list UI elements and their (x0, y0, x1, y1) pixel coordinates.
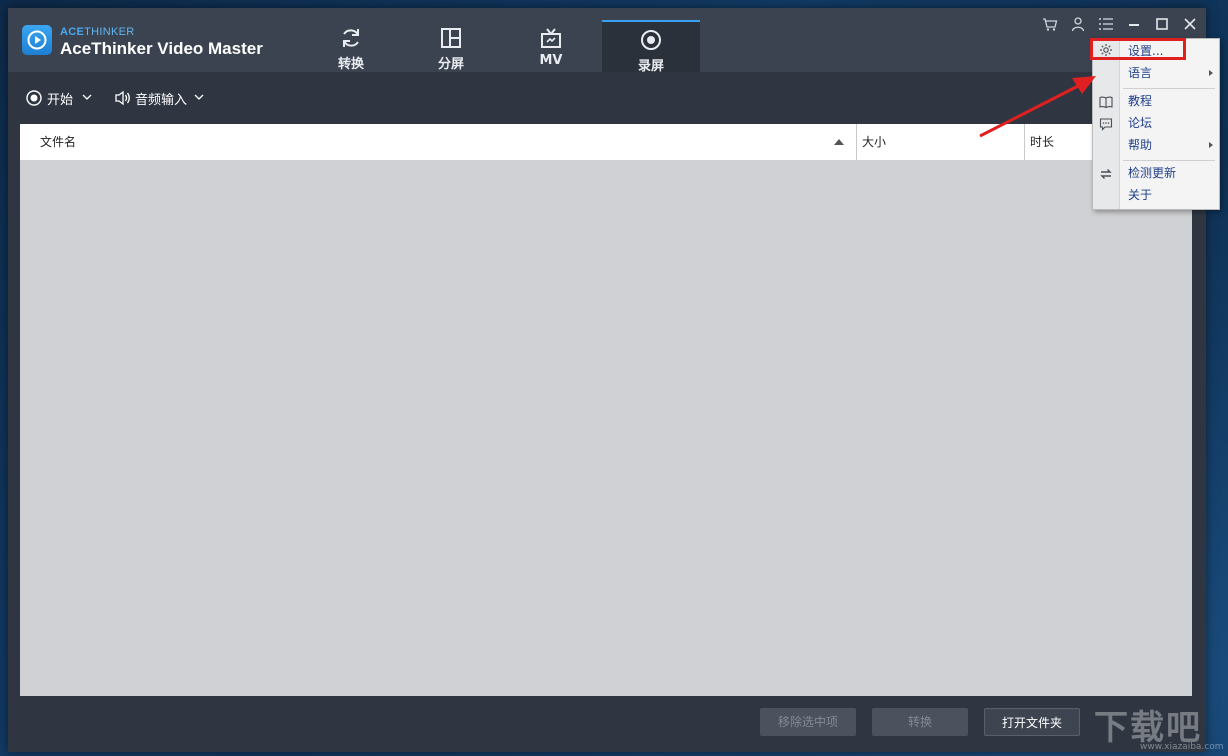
menu-item-label: 帮助 (1128, 138, 1153, 152)
menu-item-help[interactable]: 帮助 (1119, 134, 1219, 156)
tab-screen-record[interactable]: 录屏 (602, 20, 700, 74)
chat-icon (1099, 118, 1113, 131)
split-screen-icon (441, 28, 461, 48)
menu-item-label: 关于 (1128, 188, 1153, 202)
cart-icon[interactable] (1042, 16, 1058, 32)
tab-split-screen[interactable]: 分屏 (402, 20, 500, 72)
menu-item-label: 论坛 (1128, 116, 1153, 130)
title-bar: ACETHINKER AceThinker Video Master 转换 分屏 (8, 8, 1206, 74)
main-menu-dropdown: 设置... 语言 教程 论坛 帮助 检测更新 关于 (1092, 38, 1220, 210)
tab-mv[interactable]: MV (502, 20, 600, 72)
menu-list-icon[interactable] (1098, 16, 1114, 32)
menu-item-label: 检测更新 (1128, 166, 1177, 180)
submenu-arrow-icon (1209, 70, 1213, 76)
speaker-icon (115, 90, 130, 106)
column-size[interactable]: 大小 (862, 124, 886, 160)
refresh-icon (343, 29, 359, 47)
start-label: 开始 (47, 93, 74, 108)
footer-bar: 移除选中项 转换 打开文件夹 (8, 696, 1206, 752)
start-record-dropdown[interactable]: 开始 (26, 88, 94, 108)
tab-convert[interactable]: 转换 (302, 20, 400, 72)
column-filename[interactable]: 文件名 (40, 124, 76, 160)
chevron-down-icon (194, 94, 204, 100)
menu-separator (1123, 160, 1215, 161)
brand-wordmark: ACETHINKER (60, 26, 135, 38)
column-divider[interactable] (856, 124, 857, 160)
audio-input-label: 音频输入 (135, 93, 188, 108)
minimize-icon[interactable] (1126, 16, 1142, 32)
tab-label: MV (539, 53, 563, 68)
tv-icon (541, 28, 561, 48)
chevron-down-icon (82, 94, 92, 100)
menu-item-about[interactable]: 关于 (1119, 184, 1219, 206)
remove-selected-button[interactable]: 移除选中项 (760, 708, 856, 736)
menu-item-forum[interactable]: 论坛 (1119, 112, 1219, 134)
highlight-box (1090, 38, 1186, 60)
menu-separator (1123, 88, 1215, 89)
maximize-icon[interactable] (1154, 16, 1170, 32)
record-icon (26, 90, 42, 106)
annotation-arrow-icon (979, 76, 1096, 138)
submenu-arrow-icon (1209, 142, 1213, 148)
file-list[interactable]: 文件名 大小 时长 (20, 124, 1192, 696)
open-folder-button[interactable]: 打开文件夹 (984, 708, 1080, 736)
menu-item-label: 教程 (1128, 94, 1153, 108)
tab-label: 转换 (337, 57, 364, 72)
audio-input-dropdown[interactable]: 音频输入 (114, 88, 206, 108)
menu-item-language[interactable]: 语言 (1119, 62, 1219, 84)
tab-label: 分屏 (437, 57, 464, 72)
menu-item-tutorial[interactable]: 教程 (1119, 90, 1219, 112)
record-icon (641, 30, 661, 50)
menu-item-label: 语言 (1128, 66, 1153, 80)
update-icon (1100, 169, 1112, 179)
menu-item-check-update[interactable]: 检测更新 (1119, 162, 1219, 184)
app-logo-icon (22, 25, 52, 55)
sort-ascending-icon[interactable] (833, 138, 845, 146)
app-title: AceThinker Video Master (60, 39, 263, 58)
user-icon[interactable] (1070, 16, 1086, 32)
close-icon[interactable] (1182, 16, 1198, 32)
book-icon (1099, 96, 1113, 109)
convert-button[interactable]: 转换 (872, 708, 968, 736)
watermark-url: www.xiazaiba.com (1140, 742, 1224, 752)
